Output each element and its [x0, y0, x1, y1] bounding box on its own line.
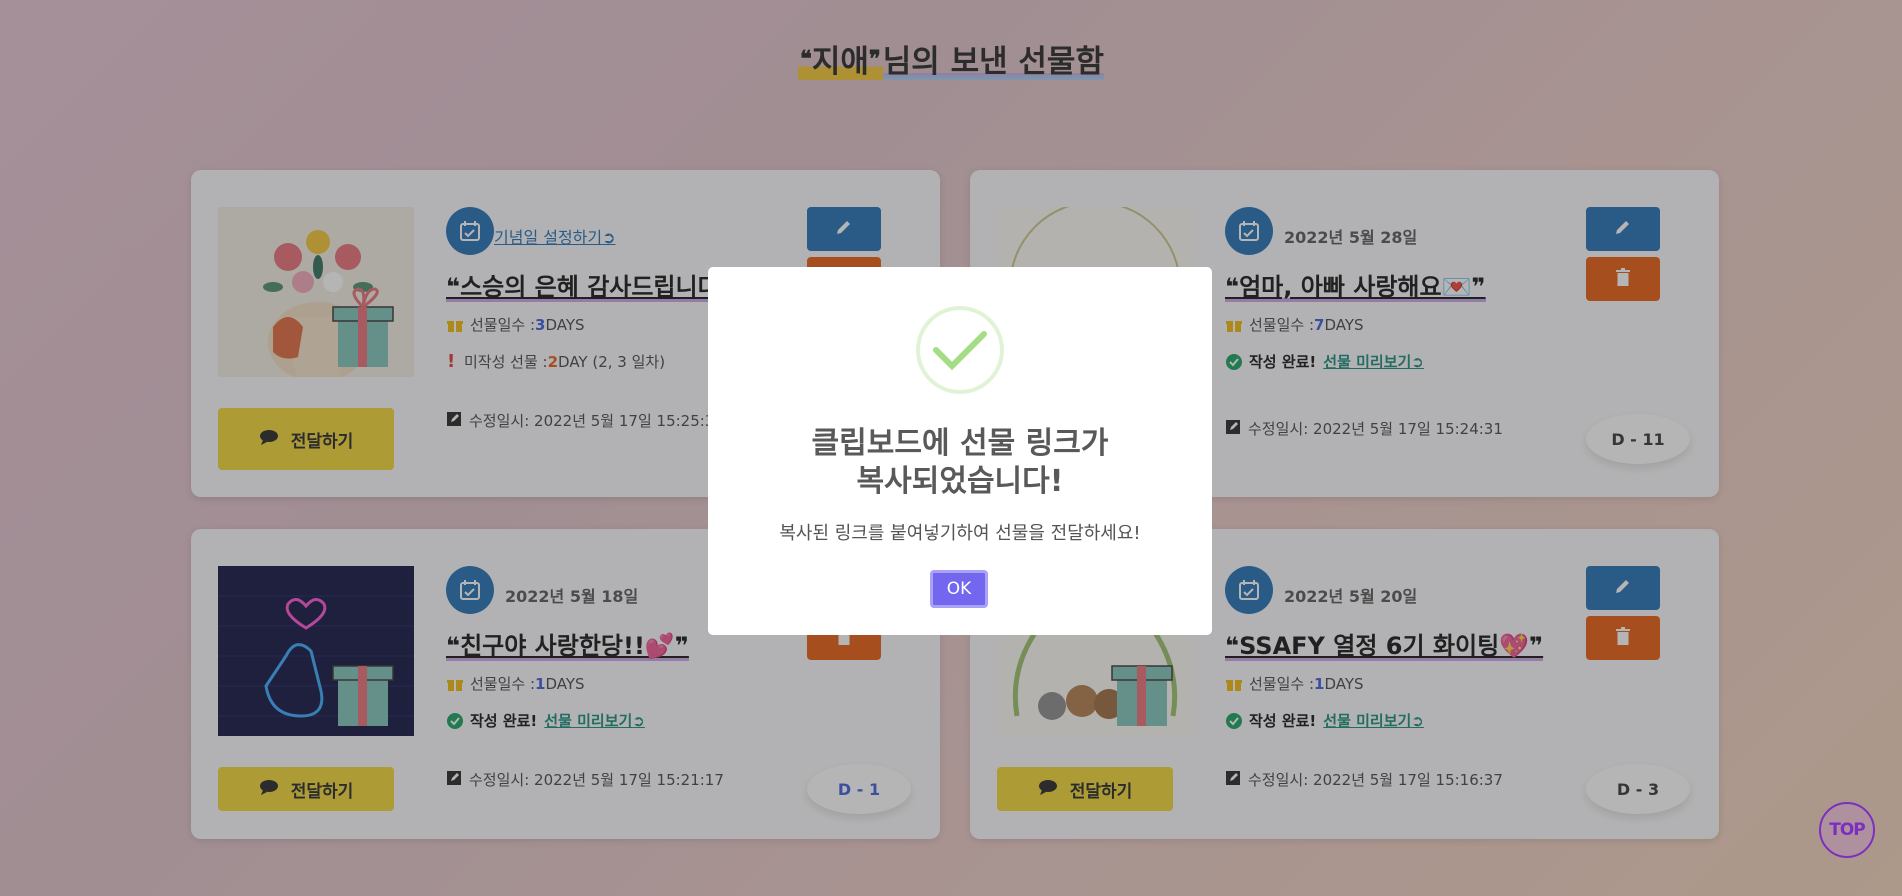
- dialog-title: 클립보드에 선물 링크가 복사되었습니다!: [708, 425, 1212, 501]
- dialog-title-line-1: 클립보드에 선물 링크가: [811, 426, 1109, 461]
- scroll-top-button[interactable]: TOP: [1819, 802, 1875, 858]
- dialog-title-line-2: 복사되었습니다!: [856, 464, 1064, 499]
- dialog-message: 복사된 링크를 붙여넣기하여 선물을 전달하세요!: [779, 523, 1141, 544]
- success-check-icon: [916, 306, 1004, 394]
- ok-button[interactable]: OK: [930, 570, 988, 608]
- success-dialog: 클립보드에 선물 링크가 복사되었습니다! 복사된 링크를 붙여넣기하여 선물을…: [708, 267, 1212, 635]
- gift-box-page: ❝지애❞님의 보낸 선물함 기념일 설정하기➲ ❝스승의 은혜 감사드립니다 선…: [0, 0, 1902, 896]
